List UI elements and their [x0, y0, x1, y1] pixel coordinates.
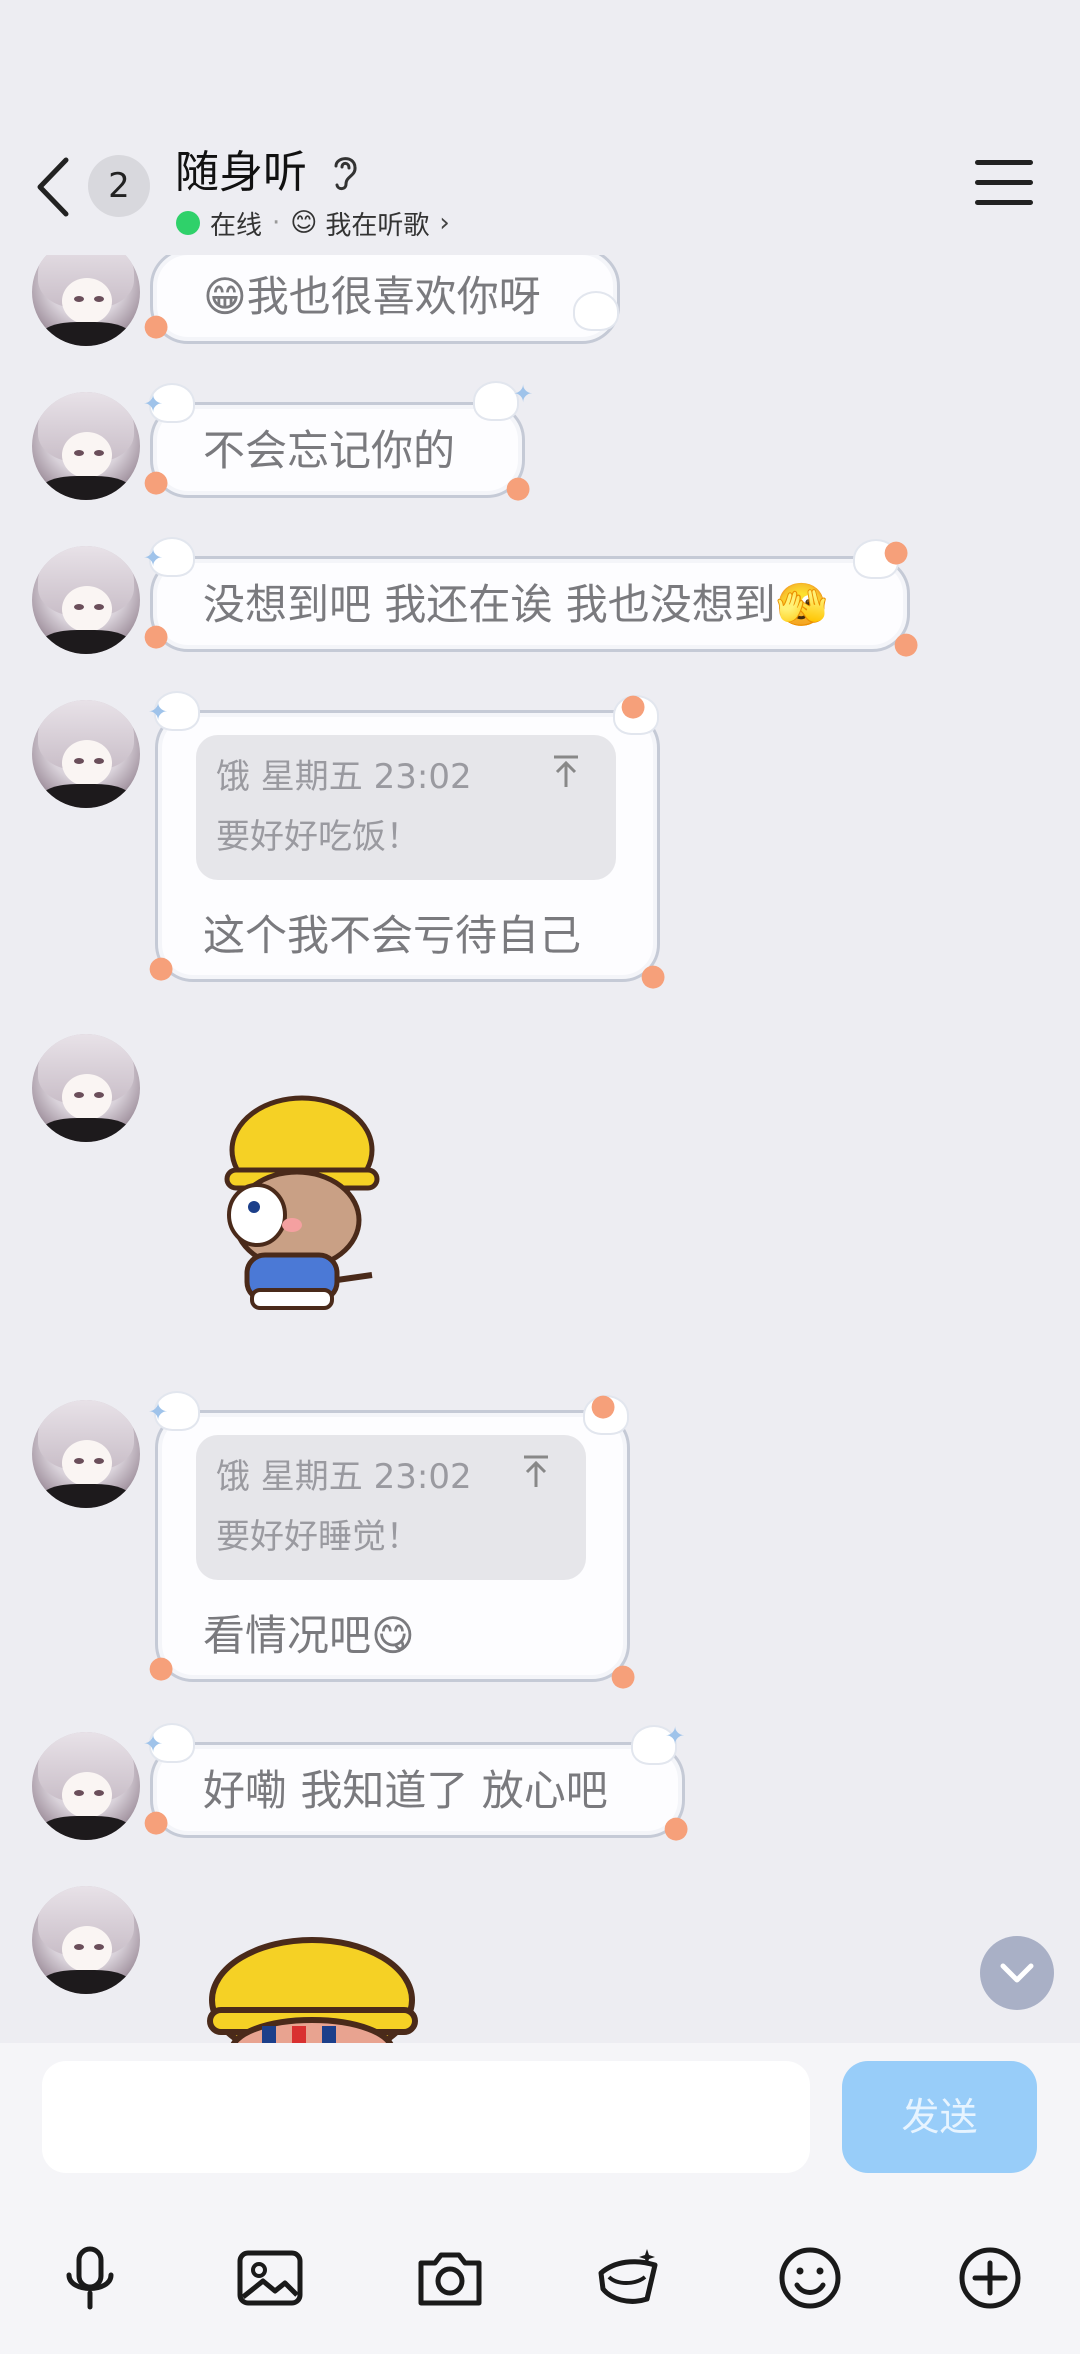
red-packet-icon	[598, 2249, 658, 2304]
chevron-right-icon: ›	[439, 208, 450, 238]
ghost-decoration-icon	[573, 291, 619, 331]
sparkle-icon: ✦	[143, 544, 164, 572]
peach-decoration-icon: ●	[590, 1388, 617, 1423]
quoted-message[interactable]: 饿 星期五 23:02 要好好吃饭！	[196, 735, 616, 880]
reply-message-bubble[interactable]: 饿 星期五 23:02 要好好吃饭！ 这个我不会亏待自己 ✦ ● ● ●	[148, 691, 666, 991]
quoted-message-meta: 饿 星期五 23:02	[216, 757, 472, 797]
back-button[interactable]	[28, 150, 88, 225]
peach-decoration-icon: ●	[143, 308, 170, 343]
sparkle-icon: ✦	[665, 1722, 686, 1750]
sparkle-icon: ✦	[143, 1730, 164, 1758]
peach-decoration-icon: ●	[148, 1650, 175, 1685]
contact-avatar[interactable]	[32, 392, 140, 500]
scroll-to-bottom-button[interactable]	[980, 1936, 1054, 2010]
peach-decoration-icon: ●	[640, 958, 667, 993]
contact-avatar[interactable]	[32, 1400, 140, 1508]
menu-button[interactable]	[975, 160, 1033, 210]
status-line[interactable]: 在线 · 😊 我在听歌 ›	[176, 205, 450, 241]
contact-avatar[interactable]	[32, 700, 140, 808]
voice-button[interactable]	[55, 2243, 125, 2313]
composer-toolbar	[0, 2203, 1080, 2353]
more-button[interactable]	[955, 2243, 1025, 2313]
yellow-hat-bear-sticker[interactable]	[212, 1095, 382, 1315]
camera-button[interactable]	[415, 2243, 485, 2313]
quoted-message-text: 要好好吃饭！	[216, 817, 420, 857]
contact-avatar[interactable]	[32, 546, 140, 654]
unread-count-badge[interactable]: 2	[88, 155, 150, 217]
microphone-icon	[66, 2246, 114, 2310]
chevron-left-icon	[37, 157, 69, 217]
peach-decoration-icon: ●	[883, 534, 910, 569]
jump-to-original-icon[interactable]	[551, 753, 581, 789]
sparkle-icon: ✦	[148, 698, 169, 726]
message-text: 好嘞 我知道了 放心吧	[203, 1766, 608, 1815]
peach-decoration-icon: ●	[143, 464, 170, 499]
sparkle-icon: ✦	[513, 380, 534, 408]
emoji-icon	[779, 2247, 841, 2309]
chevron-down-icon	[1000, 1963, 1034, 1983]
peach-decoration-icon: ●	[610, 1658, 637, 1693]
hamburger-icon	[975, 160, 1033, 165]
peach-decoration-icon: ●	[143, 1804, 170, 1839]
jump-to-original-icon[interactable]	[521, 1453, 551, 1489]
message-text: 看情况吧😋	[203, 1611, 415, 1660]
plus-icon	[959, 2247, 1021, 2309]
status-activity: 我在听歌	[325, 210, 430, 241]
reply-message-bubble[interactable]: 饿 星期五 23:02 要好好睡觉！ 看情况吧😋 ✦ ● ● ●	[148, 1391, 636, 1691]
contact-avatar[interactable]	[32, 1886, 140, 1994]
message-bubble[interactable]: 不会忘记你的 ✦ ● ✦ ●	[143, 380, 533, 503]
message-bubble[interactable]: 好嘞 我知道了 放心吧 ✦ ● ✦ ●	[143, 1722, 689, 1843]
peach-decoration-icon: ●	[893, 626, 920, 661]
sparkle-icon: ✦	[148, 1398, 169, 1426]
quoted-message-text: 要好好睡觉！	[216, 1517, 420, 1557]
peach-decoration-icon: ●	[505, 470, 532, 505]
online-status-label: 在线	[210, 210, 263, 241]
image-icon	[237, 2250, 303, 2306]
message-text: 这个我不会亏待自己	[203, 911, 582, 960]
peach-decoration-icon: ●	[143, 618, 170, 653]
chat-header: 2 随身听 在线 · 😊 我在听歌 ›	[0, 0, 1080, 255]
status-separator: ·	[272, 208, 281, 238]
message-bubble[interactable]: 没想到吧 我还在诶 我也没想到🫣 ✦ ● ● ●	[143, 537, 919, 659]
message-text: 不会忘记你的	[203, 426, 456, 475]
send-button[interactable]: 发送	[842, 2061, 1037, 2173]
emoji-button[interactable]	[775, 2243, 845, 2313]
mood-emoji-icon: 😊	[290, 208, 318, 238]
yellow-hat-bear-sticker-2[interactable]	[200, 1930, 425, 2043]
peach-decoration-icon: ●	[663, 1810, 690, 1845]
quoted-message-meta: 饿 星期五 23:02	[216, 1457, 472, 1497]
message-text: 😁我也很喜欢你呀	[203, 272, 541, 321]
contact-avatar[interactable]	[32, 1732, 140, 1840]
camera-icon	[418, 2252, 482, 2306]
photo-button[interactable]	[235, 2243, 305, 2313]
message-text: 没想到吧 我还在诶 我也没想到🫣	[203, 580, 828, 629]
message-bubble[interactable]: 😁我也很喜欢你呀 ●	[143, 248, 620, 344]
sparkle-icon: ✦	[143, 390, 164, 418]
quoted-message[interactable]: 饿 星期五 23:02 要好好睡觉！	[196, 1435, 586, 1580]
message-composer: 发送	[0, 2043, 1080, 2354]
peach-decoration-icon: ●	[620, 688, 647, 723]
red-packet-button[interactable]	[595, 2243, 665, 2313]
online-status-dot	[176, 211, 200, 235]
ear-icon[interactable]	[328, 152, 362, 192]
peach-decoration-icon: ●	[148, 950, 175, 985]
contact-avatar[interactable]	[32, 1034, 140, 1142]
chat-title[interactable]: 随身听	[175, 145, 307, 201]
message-input[interactable]	[42, 2061, 810, 2173]
